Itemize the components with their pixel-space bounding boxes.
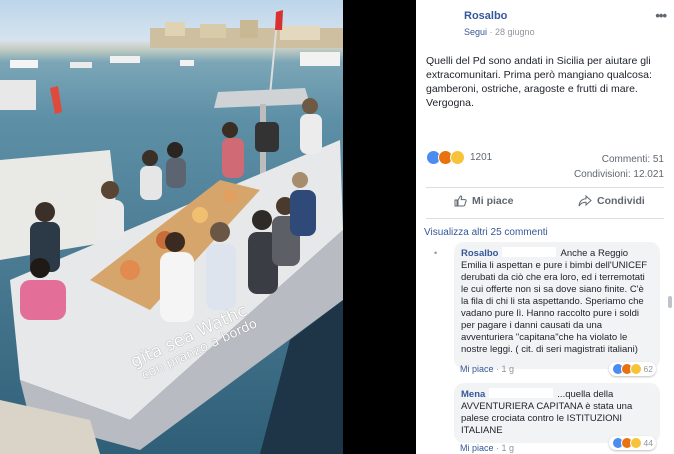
comment-avatar[interactable]: •	[434, 248, 446, 258]
post-reactions[interactable]: 1201	[426, 150, 492, 165]
comment-actions: Mi piace · 1 g	[460, 364, 515, 374]
comment-reaction-count: 62	[643, 364, 653, 374]
share-button-label: Condividi	[597, 195, 645, 207]
comment-text: Anche a Reggio Emilia li aspettan e pure…	[461, 248, 648, 355]
photo-viewer-gap	[343, 0, 416, 454]
comment-like-link[interactable]: Mi piace	[460, 364, 494, 374]
shares-count[interactable]: Condivisioni: 12.021	[574, 167, 664, 182]
comment-reaction-count: 44	[643, 438, 653, 448]
redacted-name	[489, 388, 554, 398]
post-stats: Commenti: 51 Condivisioni: 12.021	[574, 152, 664, 182]
comment-bubble: Mena ...quella della AVVENTURIERA CAPITAN…	[454, 383, 660, 450]
haha-icon	[629, 363, 642, 375]
comment-time[interactable]: 1 g	[502, 443, 515, 453]
post-text: Quelli del Pd sono andati in Sicilia per…	[426, 55, 652, 109]
comments-count[interactable]: Commenti: 51	[574, 152, 664, 167]
meta-separator: ·	[487, 27, 496, 37]
divider-top	[426, 187, 664, 188]
comment-actions: Mi piace · 1 g	[460, 443, 515, 453]
boat-photo-illustration	[0, 9, 343, 454]
more-options-icon[interactable]: •••	[655, 8, 667, 23]
post-author[interactable]: Rosalbo	[464, 10, 507, 22]
scrollbar-thumb[interactable]	[668, 296, 672, 308]
share-button[interactable]: Condividi	[578, 195, 645, 207]
comment-reactions[interactable]: 62	[608, 362, 656, 376]
post-date[interactable]: 28 giugno	[495, 27, 535, 37]
reaction-count: 1201	[470, 152, 493, 163]
post-panel: Rosalbo Segui · 28 giugno ••• Quelli del…	[416, 0, 674, 454]
comment-time[interactable]: 1 g	[502, 364, 515, 374]
haha-icon	[450, 150, 465, 165]
follow-link[interactable]: Segui	[464, 27, 487, 37]
post-meta: Segui · 28 giugno	[464, 27, 535, 37]
comment-author[interactable]: Rosalbo	[461, 248, 498, 259]
share-arrow-icon	[578, 195, 592, 207]
view-more-comments[interactable]: Visualizza altri 25 commenti	[424, 227, 548, 238]
comment-author[interactable]: Mena	[461, 389, 485, 400]
divider-bottom	[426, 218, 664, 219]
like-button[interactable]: Mi piace	[454, 195, 513, 207]
post-photo[interactable]: gita sea Wathc con pranzo a bordo	[0, 0, 343, 454]
redacted-name	[502, 247, 557, 257]
like-button-label: Mi piace	[472, 195, 514, 207]
comment-reactions[interactable]: 44	[608, 436, 656, 450]
thumb-up-icon	[454, 195, 467, 207]
haha-icon	[629, 437, 642, 449]
comment-like-link[interactable]: Mi piace	[460, 443, 494, 453]
comment-bubble: Rosalbo Anche a Reggio Emilia li aspettan…	[454, 242, 660, 376]
